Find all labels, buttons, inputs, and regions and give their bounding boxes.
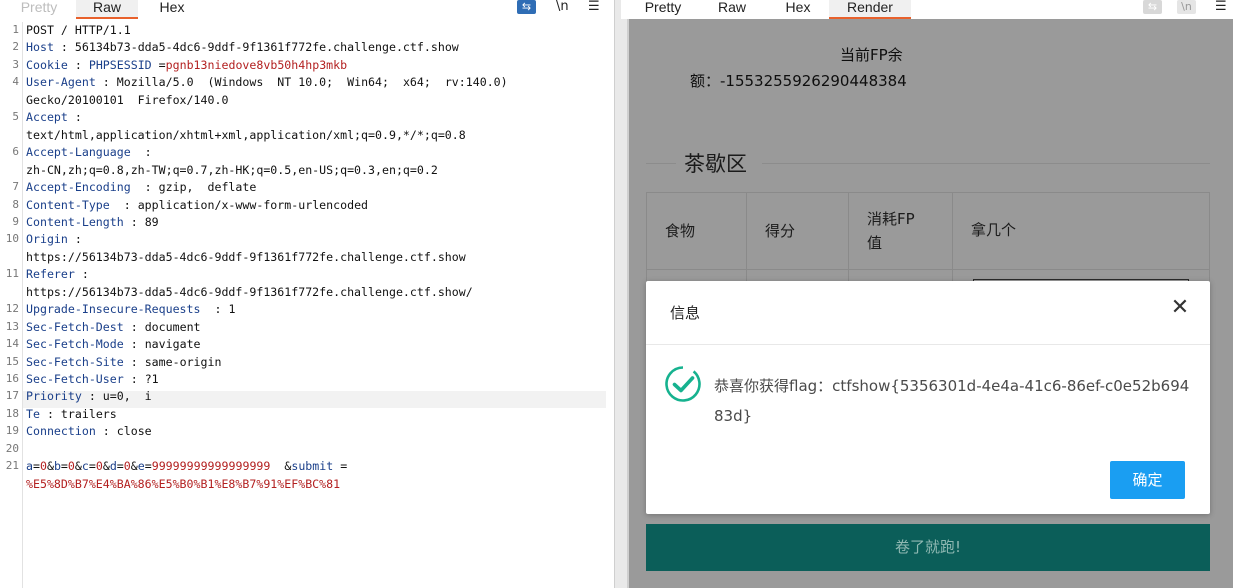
request-line: Cookie : PHPSESSID =pgnb13niedove8vb50h4… — [26, 57, 348, 72]
left-tab-bar: Pretty Raw Hex ⇆ \n ☰ — [0, 0, 614, 19]
wrap-lines-icon[interactable]: ⇆ — [1143, 0, 1162, 14]
request-line: Content-Length : 89 — [26, 214, 159, 229]
rendered-page: 当前FP余 额：-1553255926290448384 茶歇区 食物 得分 消… — [629, 19, 1233, 588]
request-line: Sec-Fetch-Dest : document — [26, 319, 201, 334]
th-fp-cost: 消耗FP 值 — [849, 193, 953, 269]
menu-icon[interactable]: ☰ — [1215, 0, 1227, 14]
line-number: 18 — [5, 406, 19, 420]
line-number: 1 — [12, 23, 19, 36]
gutter-divider — [22, 22, 23, 588]
line-number: 4 — [12, 75, 19, 89]
tab-hex[interactable]: Hex — [781, 0, 815, 19]
line-number: 5 — [12, 110, 19, 124]
request-line: Host : 56134b73-dda5-4dc6-9ddf-9f1361f77… — [26, 40, 459, 55]
line-number: 14 — [5, 337, 19, 351]
request-editor-pane: Pretty Raw Hex ⇆ \n ☰ 1 POST / HTTP/1.1 2 H… — [0, 0, 614, 588]
dialog-divider — [646, 344, 1210, 345]
request-line: Accept-Language : — [26, 145, 152, 160]
request-line: POST / HTTP/1.1 — [26, 23, 131, 37]
request-line: text/html,application/xhtml+xml,applicat… — [26, 127, 466, 142]
fp-label: 当前FP余 — [840, 46, 903, 64]
request-line: Connection : close — [26, 424, 152, 439]
line-number: 12 — [5, 302, 19, 316]
request-line: Upgrade-Insecure-Requests : 1 — [26, 302, 236, 317]
line-number: 10 — [5, 232, 19, 246]
th-food: 食物 — [647, 193, 747, 269]
line-number: 11 — [5, 267, 19, 281]
tab-hex[interactable]: Hex — [150, 0, 194, 19]
success-check-icon — [665, 366, 701, 402]
request-line: %E5%8D%B7%E4%BA%86%E5%B0%B1%E8%B7%91%EF%… — [26, 476, 341, 491]
line-number: 15 — [5, 354, 19, 368]
line-number: 3 — [12, 57, 19, 71]
newline-toggle-icon[interactable]: \n — [556, 0, 569, 14]
tab-pretty[interactable]: Pretty — [638, 0, 688, 19]
fp-value: 额：-1553255926290448384 — [690, 72, 907, 90]
line-number: 9 — [12, 214, 19, 228]
request-line: Content-Type : application/x-www-form-ur… — [26, 197, 369, 212]
line-number: 7 — [12, 180, 19, 194]
request-line: Priority : u=0, i — [26, 389, 152, 404]
line-number: 17 — [5, 389, 19, 403]
line-number: 13 — [5, 319, 19, 333]
line-number: 16 — [5, 372, 19, 385]
line-number: 6 — [12, 145, 19, 159]
request-line: a=0&b=0&c=0&d=0&e=99999999999999999 &sub… — [26, 459, 348, 474]
request-line: Sec-Fetch-User : ?1 — [26, 372, 159, 386]
message-dialog: 信息 ✕ 恭喜你获得flag：ctfshow{5356301d-4e4a-41c… — [646, 281, 1210, 514]
request-line: Sec-Fetch-Site : same-origin — [26, 354, 222, 369]
request-line: Referer : — [26, 267, 89, 282]
food-table: 食物 得分 消耗FP 值 拿几个 — [646, 192, 1210, 294]
run-button[interactable]: 卷了就跑! — [646, 524, 1210, 571]
tab-raw[interactable]: Raw — [76, 0, 138, 19]
request-line: Accept-Encoding : gzip, deflate — [26, 180, 257, 195]
tab-raw[interactable]: Raw — [713, 0, 751, 19]
tab-render[interactable]: Render — [829, 0, 911, 19]
request-line: https://56134b73-dda5-4dc6-9ddf-9f1361f7… — [26, 284, 473, 299]
request-line: Sec-Fetch-Mode : navigate — [26, 337, 201, 352]
right-tab-bar: Pretty Raw Hex Render ⇆ \n ☰ — [621, 0, 1233, 19]
menu-icon[interactable]: ☰ — [588, 0, 600, 14]
th-quantity: 拿几个 — [971, 221, 1017, 239]
line-number: 21 — [5, 459, 19, 473]
th-score: 得分 — [747, 193, 849, 269]
request-line: zh-CN,zh;q=0.8,zh-TW;q=0.7,zh-HK;q=0.5,e… — [26, 162, 438, 177]
request-line: Accept : — [26, 110, 82, 125]
wrap-lines-icon[interactable]: ⇆ — [517, 0, 536, 14]
request-line: Origin : — [26, 232, 82, 247]
section-rule-right — [762, 163, 1210, 164]
request-line: Gecko/20100101 Firefox/140.0 — [26, 92, 229, 107]
request-line: Te : trailers — [26, 406, 117, 421]
request-line: User-Agent : Mozilla/5.0 (Windows NT 10.… — [26, 75, 508, 90]
line-number: 20 — [5, 441, 19, 455]
section-title: 茶歇区 — [684, 152, 747, 176]
confirm-button[interactable]: 确定 — [1110, 461, 1185, 499]
dialog-message: 恭喜你获得flag：ctfshow{5356301d-4e4a-41c6-86e… — [714, 377, 1190, 425]
close-icon[interactable]: ✕ — [1168, 297, 1192, 321]
request-line: https://56134b73-dda5-4dc6-9ddf-9f1361f7… — [26, 249, 466, 264]
newline-toggle-icon[interactable]: \n — [1177, 0, 1196, 14]
response-pane: Pretty Raw Hex Render ⇆ \n ☰ 当前FP余 额：-15… — [621, 0, 1233, 588]
line-number: 8 — [12, 197, 19, 211]
dialog-title: 信息 — [670, 304, 701, 322]
section-rule-left — [646, 163, 676, 164]
line-number: 19 — [5, 424, 19, 438]
line-number: 2 — [12, 40, 19, 54]
tab-pretty[interactable]: Pretty — [14, 0, 64, 19]
